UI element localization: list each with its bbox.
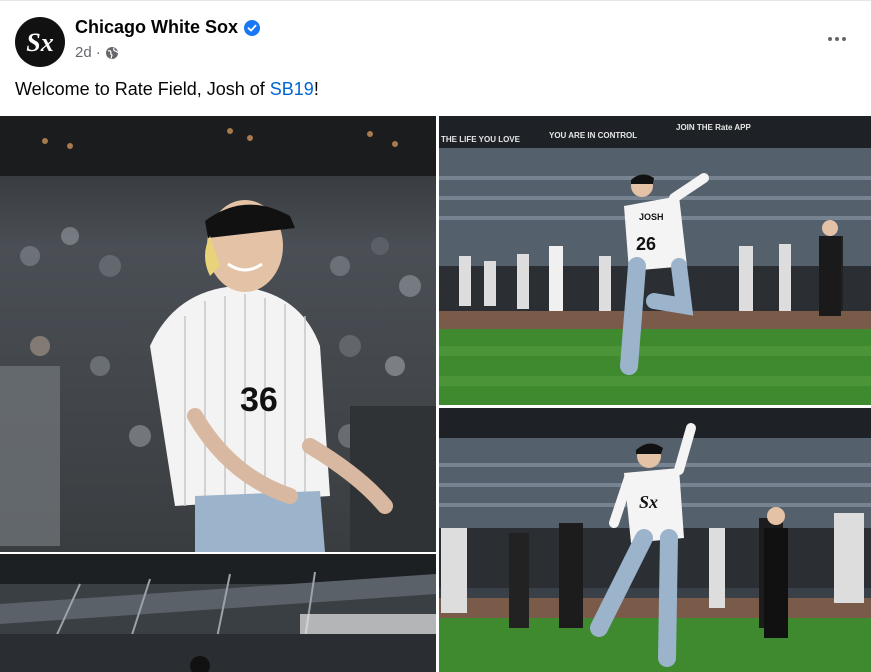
svg-text:36: 36 — [240, 381, 278, 419]
photo-3[interactable] — [0, 554, 436, 672]
page-name[interactable]: Chicago White Sox — [75, 17, 238, 38]
photo-2[interactable]: THE LIFE YOU LOVE YOU ARE IN CONTROL JOI… — [439, 116, 871, 405]
banner-left: THE LIFE YOU LOVE — [441, 135, 521, 144]
page-name-row: Chicago White Sox — [75, 17, 261, 38]
photo-4[interactable]: Sx — [439, 408, 871, 672]
banner-right: JOIN THE Rate APP — [676, 123, 751, 132]
verified-badge-icon — [244, 19, 261, 36]
post-time[interactable]: 2d — [75, 44, 92, 61]
page-avatar[interactable]: Sx — [15, 17, 65, 67]
globe-icon[interactable] — [105, 46, 119, 60]
jersey-name: JOSH — [639, 212, 664, 222]
banner-mid: YOU ARE IN CONTROL — [549, 131, 637, 140]
meta-separator: · — [95, 44, 101, 61]
svg-text:Sx: Sx — [639, 492, 658, 512]
white-sox-logo-icon: Sx — [26, 28, 53, 57]
photo-1[interactable]: 36 — [0, 116, 436, 552]
facebook-post: Sx Chicago White Sox 2d · Welcome to Rat… — [0, 0, 871, 672]
caption-text: Welcome to Rate Field, Josh of — [15, 79, 270, 99]
post-meta: 2d · — [75, 44, 119, 61]
caption-suffix: ! — [313, 79, 319, 99]
sb19-link[interactable]: SB19 — [270, 79, 314, 99]
jersey-number-2: 26 — [636, 234, 656, 254]
more-options-icon[interactable] — [822, 29, 852, 49]
svg-text:Sx: Sx — [26, 28, 53, 57]
post-caption: Welcome to Rate Field, Josh of SB19! — [15, 79, 319, 100]
